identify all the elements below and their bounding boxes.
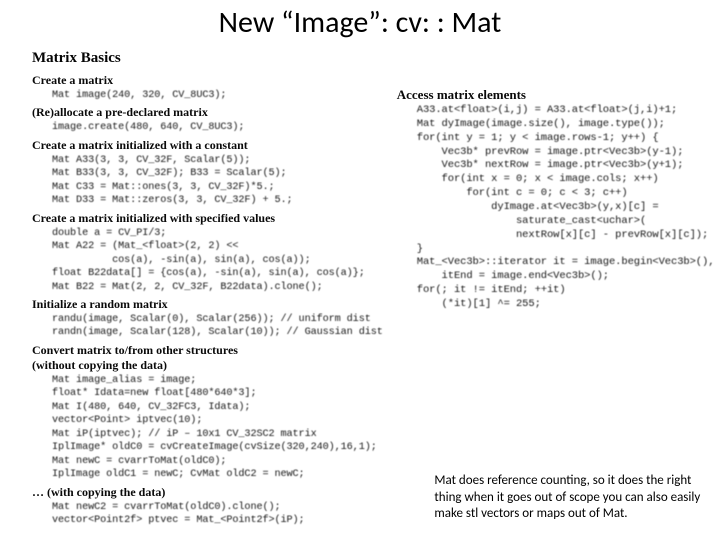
code-line: float* Idata=new float[480*640*3];	[52, 388, 256, 399]
code-line: Mat image_alias = image;	[52, 375, 196, 386]
code-line: Mat D33 = Mat::zeros(3, 3, CV_32F) + 5.;	[52, 195, 293, 206]
code-line: Vec3b* nextRow = image.ptr<Vec3b>(y+1);	[417, 159, 684, 171]
code-init-values: double a = CV_PI/3; Mat A22 = (Mat_<floa…	[32, 227, 383, 294]
subhead-init-constant: Create a matrix initialized with a const…	[32, 138, 383, 153]
subhead-init-values: Create a matrix initialized with specifi…	[32, 211, 383, 226]
code-init-constant: Mat A33(3, 3, CV_32F, Scalar(5)); Mat B3…	[32, 154, 383, 208]
code-line: Mat newC2 = cvarrToMat(oldC0).clone();	[52, 502, 281, 513]
code-line: Mat image(240, 320, CV_8UC3);	[52, 90, 226, 101]
code-convert: Mat image_alias = image; float* Idata=ne…	[32, 374, 383, 482]
code-line: Mat B33(3, 3, CV_32F); B33 = Scalar(5);	[52, 168, 287, 179]
code-line: cos(a), -sin(a), sin(a), cos(a));	[52, 255, 311, 266]
subhead-convert: Convert matrix to/from other structures	[32, 343, 383, 358]
slide-title: New “Image”: cv: : Mat	[0, 4, 720, 41]
subhead-convert-sub: (without copying the data)	[32, 358, 383, 373]
content-columns: Matrix Basics Create a matrix Mat image(…	[32, 50, 688, 526]
subhead-create-matrix: Create a matrix	[32, 73, 383, 88]
code-line: Mat I(480, 640, CV_32FC3, Idata);	[52, 402, 250, 413]
right-column: Access matrix elements A33.at<float>(i,j…	[397, 84, 715, 526]
code-line: for(int x = 0; x < image.cols; x++)	[417, 173, 659, 185]
code-line: Mat newC = cvarrToMat(oldC0);	[52, 456, 226, 467]
code-line: for(int y = 1; y < image.rows-1; y++) {	[417, 132, 659, 144]
code-line: (*it)[1] ^= 255;	[417, 298, 541, 310]
code-line: for(; it != itEnd; ++it)	[417, 284, 566, 296]
code-line: nextRow[x][c] - prevRow[x][c]);	[417, 229, 708, 241]
code-line: IplImage* oldC0 = cvCreateImage(cvSize(3…	[52, 442, 377, 453]
code-access-elements: A33.at<float>(i,j) = A33.at<float>(j,i)+…	[397, 104, 715, 312]
code-create-matrix: Mat image(240, 320, CV_8UC3);	[32, 89, 383, 102]
code-line: Mat B22 = Mat(2, 2, CV_32F, B22data).clo…	[52, 282, 323, 293]
code-line: randn(image, Scalar(128), Scalar(10)); /…	[52, 327, 383, 338]
subhead-random: Initialize a random matrix	[32, 297, 383, 312]
subhead-copying: … (with copying the data)	[32, 485, 383, 500]
code-line: randu(image, Scalar(0), Scalar(256)); //…	[52, 314, 371, 325]
slide: New “Image”: cv: : Mat Matrix Basics Cre…	[0, 0, 720, 540]
code-line: Mat C33 = Mat::ones(3, 3, CV_32F)*5.;	[52, 182, 275, 193]
subhead-reallocate: (Re)allocate a pre-declared matrix	[32, 105, 383, 120]
code-line: A33.at<float>(i,j) = A33.at<float>(j,i)+…	[417, 104, 677, 116]
code-line: image.create(480, 640, CV_8UC3);	[52, 122, 244, 133]
code-line: saturate_cast<uchar>(	[417, 215, 646, 227]
code-copying: Mat newC2 = cvarrToMat(oldC0).clone(); v…	[32, 501, 383, 528]
code-line: vector<Point> iptvec(10);	[52, 415, 202, 426]
code-line: itEnd = image.end<Vec3b>();	[417, 270, 609, 282]
code-line: IplImage oldC1 = newC; CvMat oldC2 = new…	[52, 469, 305, 480]
code-line: Vec3b* prevRow = image.ptr<Vec3b>(y-1);	[417, 146, 684, 158]
code-line: Mat A22 = (Mat_<float>(2, 2) <<	[52, 241, 238, 252]
code-line: vector<Point2f> ptvec = Mat_<Point2f>(iP…	[52, 515, 305, 526]
left-column: Matrix Basics Create a matrix Mat image(…	[32, 50, 383, 526]
code-line: Mat iP(iptvec); // iP – 10x1 CV_32SC2 ma…	[52, 429, 317, 440]
code-random: randu(image, Scalar(0), Scalar(256)); //…	[32, 313, 383, 340]
code-reallocate: image.create(480, 640, CV_8UC3);	[32, 121, 383, 134]
code-line: float B22data[] = {cos(a), -sin(a), sin(…	[52, 268, 365, 279]
subhead-access-elements: Access matrix elements	[397, 87, 715, 103]
code-line: Mat A33(3, 3, CV_32F, Scalar(5));	[52, 155, 250, 166]
code-line: Mat_<Vec3b>::iterator it = image.begin<V…	[417, 256, 715, 268]
code-line: Mat dyImage(image.size(), image.type());	[417, 118, 665, 130]
code-line: double a = CV_PI/3;	[52, 228, 166, 239]
code-line: for(int c = 0; c < 3; c++)	[417, 187, 628, 199]
note-text: Mat does reference counting, so it does …	[434, 473, 714, 522]
code-line: }	[417, 243, 423, 255]
section-title-matrix-basics: Matrix Basics	[32, 50, 383, 67]
code-line: dyImage.at<Vec3b>(y,x)[c] =	[417, 201, 659, 213]
